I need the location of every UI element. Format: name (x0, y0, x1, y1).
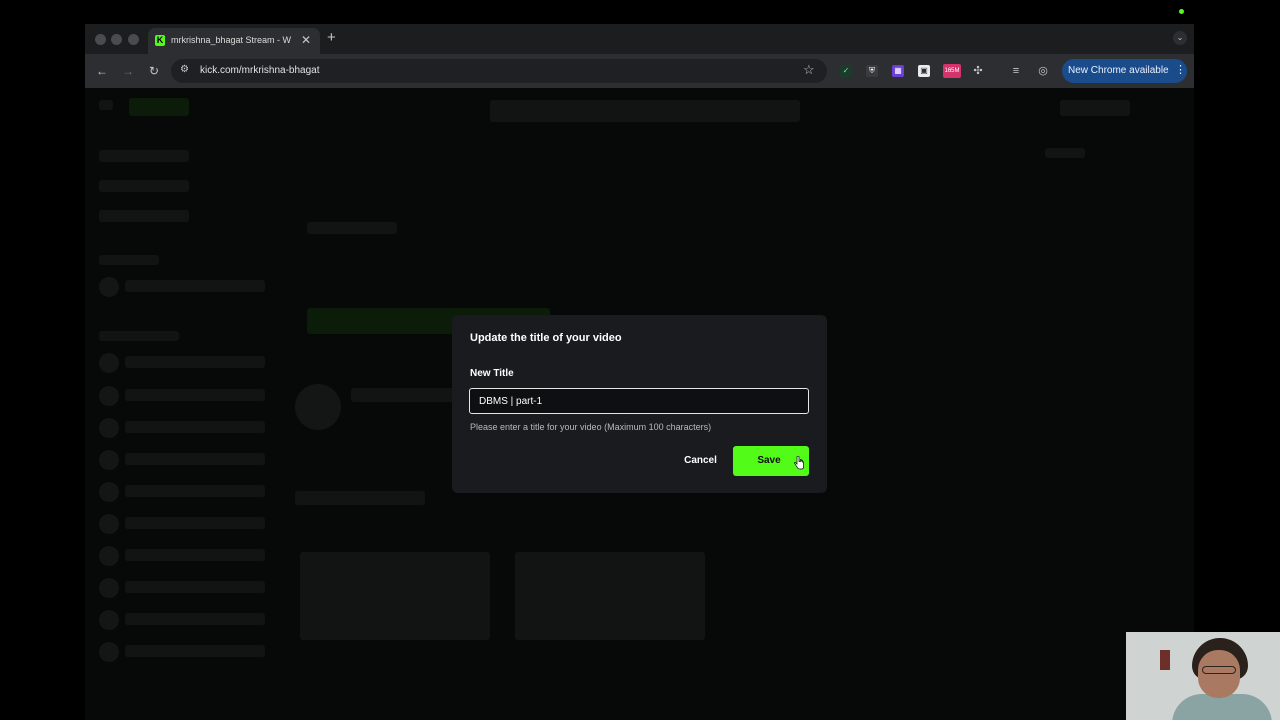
sidebar-home (99, 150, 189, 162)
extension-badge-icon[interactable]: 165M (943, 64, 961, 78)
sidebar-avatar (99, 482, 119, 502)
sidebar-channel-row (125, 645, 265, 657)
webcam-person-face (1198, 650, 1240, 698)
sidebar-avatar (99, 450, 119, 470)
sidebar-channel-row (125, 421, 265, 433)
sidebar-channel-row (125, 356, 265, 368)
update-label: New Chrome available (1068, 65, 1169, 76)
webcam-overlay (1126, 632, 1280, 720)
site-info-icon[interactable]: ⚙ (180, 64, 189, 75)
stream-videos-heading (295, 491, 425, 505)
sidebar-channel-row (125, 613, 265, 625)
sidebar-avatar (99, 578, 119, 598)
kick-logo (129, 98, 189, 116)
sidebar-avatar (99, 546, 119, 566)
maximize-window-button[interactable] (128, 34, 139, 45)
profile-icon[interactable]: ◎ (1037, 65, 1049, 77)
kick-favicon-icon: K (155, 35, 165, 46)
channel-avatar (295, 384, 341, 430)
sidebar-avatar (99, 386, 119, 406)
new-title-input[interactable] (469, 388, 809, 414)
tab-bar: K mrkrishna_bhagat Stream - W ✕ + ⌄ (85, 24, 1194, 54)
url-text: kick.com/mrkrishna-bhagat (200, 65, 320, 76)
sidebar-channel-row (125, 485, 265, 497)
forward-arrow-icon[interactable]: → (122, 64, 134, 78)
sidebar-following (99, 210, 189, 222)
top-right-button (1060, 100, 1130, 116)
new-title-label: New Title (470, 368, 514, 379)
modal-title: Update the title of your video (470, 332, 622, 344)
kebab-menu-icon[interactable]: ⋮ (1175, 64, 1186, 76)
video-thumbnail (515, 552, 705, 640)
sidebar-avatar (99, 277, 119, 297)
recording-indicator (1179, 9, 1184, 14)
sidebar-section-header (99, 255, 159, 265)
sidebar-channel-row (125, 517, 265, 529)
reload-icon[interactable]: ↻ (149, 64, 159, 78)
video-thumbnail (300, 552, 490, 640)
sidebar-browse (99, 180, 189, 192)
sidebar-avatar (99, 418, 119, 438)
cancel-button[interactable]: Cancel (678, 452, 723, 470)
update-title-modal: Update the title of your video New Title… (452, 315, 827, 493)
stream-title-placeholder (307, 222, 397, 234)
webcam-door (1160, 650, 1170, 670)
sidebar-channel-row (125, 280, 265, 292)
sidebar-channel-row (125, 549, 265, 561)
extension-1-icon[interactable]: ✓ (840, 65, 852, 77)
sidebar-avatar (99, 514, 119, 534)
bookmark-star-icon[interactable]: ☆ (803, 62, 815, 78)
back-arrow-icon[interactable]: ← (96, 64, 108, 78)
extension-purple-icon[interactable]: ▦ (892, 65, 904, 77)
close-window-button[interactable] (95, 34, 106, 45)
sidebar-avatar (99, 642, 119, 662)
sidebar-channel-row (125, 453, 265, 465)
new-tab-icon[interactable]: + (327, 30, 336, 46)
tab-search-chevron-icon[interactable]: ⌄ (1173, 31, 1187, 45)
title-helper-text: Please enter a title for your video (Max… (470, 422, 712, 432)
sidebar-channel-row (125, 389, 265, 401)
active-tab[interactable]: K mrkrishna_bhagat Stream - W ✕ (148, 28, 320, 54)
minimize-window-button[interactable] (111, 34, 122, 45)
tab-close-icon[interactable]: ✕ (301, 33, 311, 47)
address-bar[interactable]: ⚙ kick.com/mrkrishna-bhagat ☆ (171, 59, 827, 83)
screen: K mrkrishna_bhagat Stream - W ✕ + ⌄ ← → … (0, 0, 1280, 720)
new-chrome-available-button[interactable]: New Chrome available ⋮ (1062, 59, 1187, 83)
chat-header (1045, 148, 1085, 158)
sidebar-channel-row (125, 581, 265, 593)
extension-square-icon[interactable]: ▣ (918, 65, 930, 77)
sidebar-section-header-2 (99, 331, 179, 341)
extension-shield-icon[interactable]: ⛨ (866, 65, 878, 77)
reading-list-icon[interactable]: ≡ (1010, 65, 1022, 77)
webcam-glasses (1202, 666, 1236, 674)
extensions-puzzle-icon[interactable]: ✣ (972, 65, 984, 77)
channel-name-placeholder (351, 388, 461, 402)
browser-toolbar: ← → ↻ ⚙ kick.com/mrkrishna-bhagat ☆ ✓ ⛨ … (85, 54, 1194, 88)
search-bar (490, 100, 800, 122)
sidebar-avatar (99, 610, 119, 630)
hand-cursor-icon (794, 456, 804, 470)
sidebar-avatar (99, 353, 119, 373)
tab-title: mrkrishna_bhagat Stream - W (171, 35, 292, 45)
hamburger-menu-icon (99, 100, 113, 110)
